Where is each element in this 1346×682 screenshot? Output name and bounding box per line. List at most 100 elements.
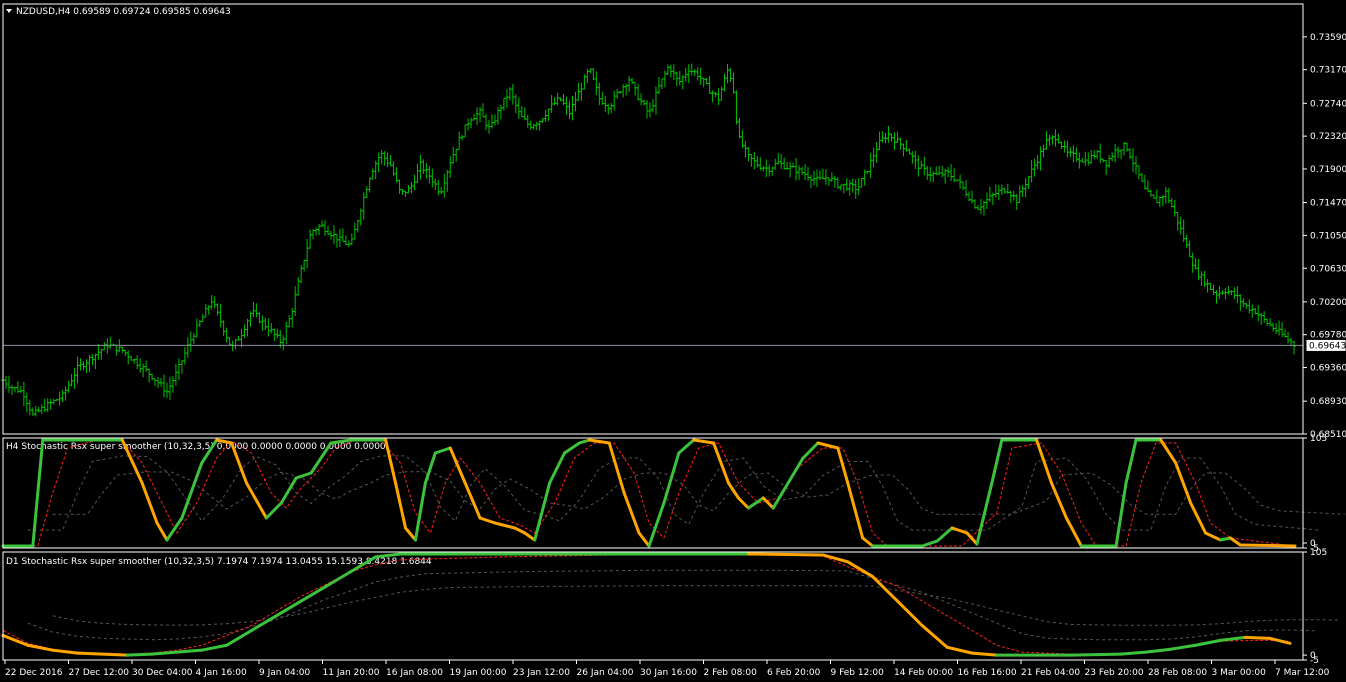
main-line-segment <box>433 446 452 455</box>
main-line-segment <box>463 481 482 520</box>
chart-window[interactable]: NZDUSD,H4 0.69589 0.69724 0.69585 0.6964… <box>0 0 1346 682</box>
main-line-segment <box>180 461 204 520</box>
price-tick-label: 0.72320 <box>1310 132 1346 142</box>
main-line-segment <box>761 496 775 510</box>
main-line-segment <box>1194 638 1222 647</box>
panel-menu-icon[interactable] <box>6 9 12 13</box>
main-line-segment <box>175 648 204 654</box>
level-line <box>52 585 1340 626</box>
main-line-segment <box>692 438 716 445</box>
main-line-segment <box>945 645 974 655</box>
main-line-segment <box>935 526 954 543</box>
time-tick-label: 3 Mar 00:00 <box>1212 668 1267 678</box>
main-line-segment <box>1204 531 1222 542</box>
main-line-segment <box>423 451 437 485</box>
main-line-segment <box>920 539 939 548</box>
main-line-segment <box>871 575 899 603</box>
main-line-segment <box>965 531 979 546</box>
price-axis: 0.73590 0.73170 0.72740 0.72320 0.71900 0.714… <box>1303 33 1346 440</box>
d1-stochastic-panel[interactable]: D1 Stochastic Rsx super smoother (10,32,… <box>1 548 1340 666</box>
time-tick-label: 28 Feb 08:00 <box>1148 668 1207 678</box>
chart-canvas[interactable]: NZDUSD,H4 0.69589 0.69724 0.69585 0.6964… <box>0 0 1346 682</box>
current-price-badge: 0.69643 <box>1305 338 1346 352</box>
main-line-segment <box>577 438 591 445</box>
main-line-segment <box>786 456 805 485</box>
main-line-segment <box>150 650 179 656</box>
main-line-segment <box>100 652 129 657</box>
price-tick-label: 0.73170 <box>1310 66 1346 76</box>
main-line-segment <box>836 446 850 485</box>
price-tick-label: 0.71470 <box>1310 199 1346 209</box>
price-tick-label: 0.69360 <box>1310 364 1346 374</box>
main-line-segment <box>493 521 517 530</box>
main-line-segment <box>1124 438 1138 485</box>
main-line-segment <box>279 476 298 505</box>
main-line-segment <box>155 521 169 542</box>
main-line-segment <box>1218 635 1247 642</box>
main-line-segment <box>920 624 949 649</box>
time-tick-label: 9 Feb 12:00 <box>831 668 885 678</box>
main-line-segment <box>1050 481 1068 520</box>
main-line-segment <box>990 438 1004 485</box>
main-line-segment <box>513 526 527 535</box>
main-line-segment <box>51 648 80 655</box>
panel-border <box>2 551 1304 661</box>
main-line-segment <box>846 560 875 579</box>
price-tick-label: 0.70630 <box>1310 264 1346 274</box>
level-line <box>27 569 1315 641</box>
indicator-tick-label: 105 <box>1310 434 1327 444</box>
price-bars <box>1 63 1297 417</box>
main-line-segment <box>1119 650 1148 656</box>
main-line-segment <box>587 438 611 445</box>
main-line-segment <box>523 531 537 542</box>
time-tick-label: 14 Feb 00:00 <box>894 668 953 678</box>
main-line-segment <box>677 438 696 455</box>
main-line-segment <box>1169 643 1198 651</box>
main-line-segment <box>816 441 840 450</box>
main-line-segment <box>1238 543 1297 548</box>
time-axis: 22 Dec 2016 27 Dec 12:00 30 Dec 04:00 4 Jan… <box>4 660 1330 678</box>
main-line-segment <box>1159 438 1178 465</box>
main-line-segment <box>76 651 104 656</box>
price-panel[interactable]: NZDUSD,H4 0.69589 0.69724 0.69585 0.6964… <box>1 7 1346 440</box>
d1-indicator-lines <box>1 552 1340 657</box>
main-line-segment <box>861 536 875 548</box>
price-tick-label: 0.73590 <box>1310 33 1346 43</box>
main-line-segment <box>1064 516 1083 548</box>
main-line-segment <box>125 652 154 657</box>
time-tick-label: 23 Jan 12:00 <box>513 668 570 678</box>
main-line-segment <box>1144 647 1173 654</box>
svg-text:0.69643: 0.69643 <box>1309 341 1346 351</box>
main-line-segment <box>1 633 30 647</box>
main-line-segment <box>448 446 467 485</box>
time-tick-label: 30 Dec 04:00 <box>132 668 193 678</box>
main-line-segment <box>662 451 681 505</box>
main-line-segment <box>413 481 427 542</box>
main-line-segment <box>394 481 408 530</box>
price-tick-label: 0.68930 <box>1310 397 1346 407</box>
main-line-segment <box>563 441 581 455</box>
time-tick-label: 11 Jan 20:00 <box>323 668 380 678</box>
level-line <box>52 471 1345 515</box>
h4-stochastic-panel[interactable]: H4 Stochastic Rsx super smoother (10,32,… <box>1 434 1345 554</box>
price-tick-label: 0.71050 <box>1310 231 1346 241</box>
time-tick-label: 7 Mar 12:00 <box>1275 668 1330 678</box>
main-line-segment <box>324 570 353 588</box>
time-tick-label: 30 Jan 16:00 <box>640 668 697 678</box>
time-tick-label: 4 Jan 16:00 <box>196 668 248 678</box>
main-line-segment <box>647 501 666 548</box>
main-line-segment <box>264 501 283 520</box>
price-tick-label: 0.70200 <box>1310 298 1346 308</box>
main-line-segment <box>637 531 651 548</box>
main-line-segment <box>533 481 552 542</box>
time-tick-label: 2 Feb 08:00 <box>704 668 758 678</box>
time-tick-label: 6 Feb 20:00 <box>767 668 821 678</box>
price-tick-label: 0.71900 <box>1310 165 1346 175</box>
time-tick-label: 21 Feb 04:00 <box>1021 668 1080 678</box>
price-tick-label: 0.72740 <box>1310 99 1346 109</box>
h4-axis: 1050-5 <box>1303 434 1327 554</box>
main-line-segment <box>299 584 328 603</box>
main-line-segment <box>746 496 765 510</box>
main-line-segment <box>712 441 731 485</box>
main-line-segment <box>548 451 567 485</box>
